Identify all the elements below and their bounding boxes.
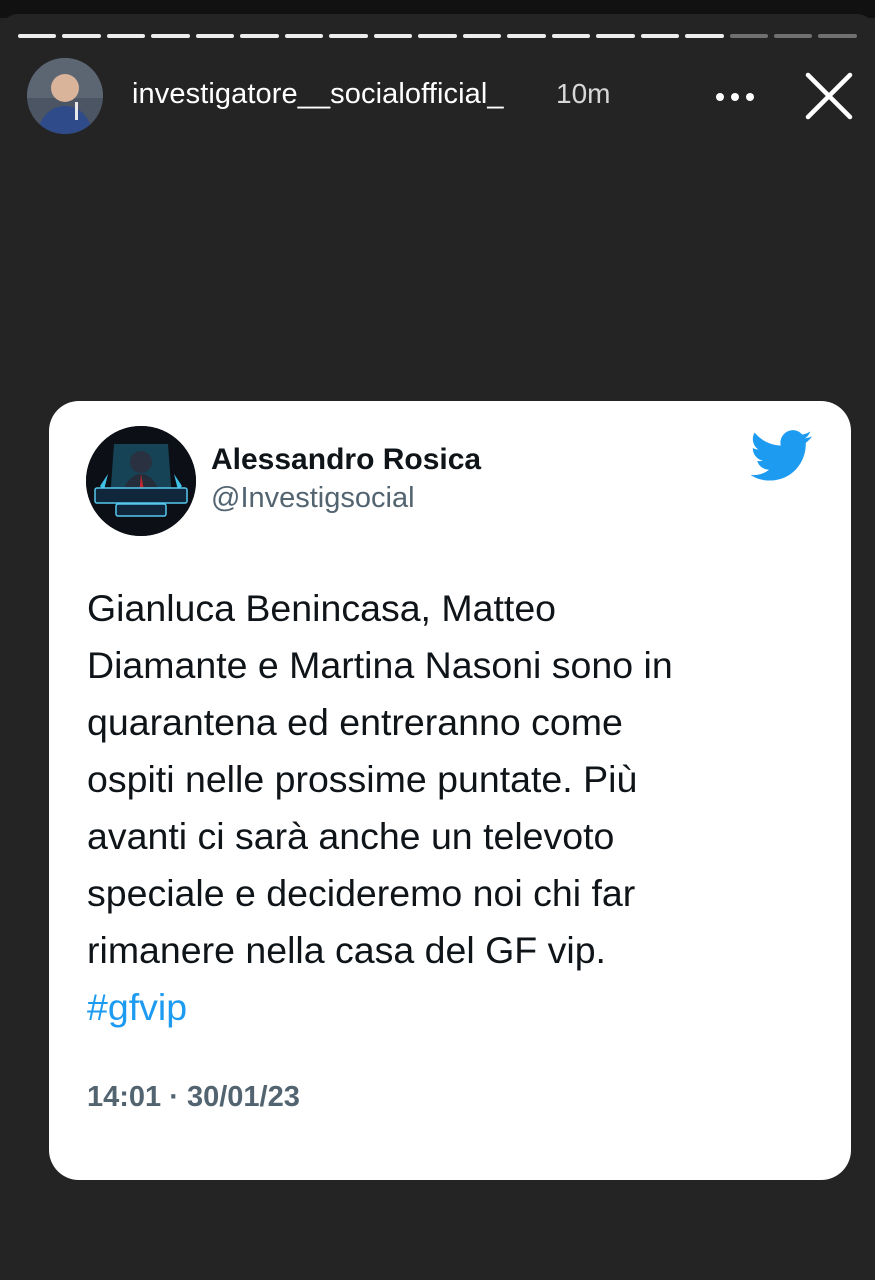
- avatar-photo: [27, 58, 103, 134]
- story-progress-segment: [195, 34, 235, 38]
- story-progress-segment: [640, 34, 680, 38]
- story-progress-segment: [462, 34, 502, 38]
- story-progress-segment: [240, 34, 279, 38]
- tweet-text: Gianluca Benincasa, Matteo Diamante e Ma…: [87, 580, 807, 1036]
- story-progress-segment: [373, 34, 413, 38]
- tweet-card[interactable]: Alessandro Rosica @Investigsocial Gianlu…: [49, 401, 851, 1180]
- story-progress-segment: [418, 34, 457, 38]
- story-progress-segment: [596, 34, 635, 38]
- story-progress-segment: [685, 34, 724, 38]
- story-progress-segment: [818, 34, 857, 38]
- story-time: 10m: [556, 78, 611, 109]
- tweet-author-handle[interactable]: @Investigsocial: [211, 482, 415, 515]
- story-progress-segment: [106, 34, 146, 38]
- twitter-bird-icon: [750, 429, 813, 483]
- tweet-hashtag-link[interactable]: #gfvip: [87, 979, 807, 1036]
- story-username[interactable]: investigatore__socialofficial_: [132, 78, 504, 111]
- investigatore-social-logo: [86, 426, 196, 536]
- story-progress-segment: [151, 34, 190, 38]
- story-progress-segment: [284, 34, 324, 38]
- story-progress-segment: [507, 34, 546, 38]
- close-icon[interactable]: [803, 70, 855, 122]
- story-progress-segment: [551, 34, 591, 38]
- story-progress-segment: [729, 34, 768, 38]
- story-progress-segment: [773, 34, 813, 38]
- tweet-timestamp[interactable]: 14:01 · 30/01/23: [87, 1081, 300, 1114]
- story-progress-segment: [18, 34, 57, 38]
- story-progress-bar: [18, 34, 857, 38]
- tweet-body: Gianluca Benincasa, Matteo Diamante e Ma…: [87, 587, 673, 971]
- tweet-author-avatar[interactable]: [86, 426, 196, 536]
- tweet-author-name[interactable]: Alessandro Rosica: [211, 443, 481, 477]
- story-progress-segment: [62, 34, 101, 38]
- story-progress-segment: [329, 34, 368, 38]
- more-horizontal-icon[interactable]: [712, 90, 758, 102]
- user-avatar[interactable]: [27, 58, 103, 134]
